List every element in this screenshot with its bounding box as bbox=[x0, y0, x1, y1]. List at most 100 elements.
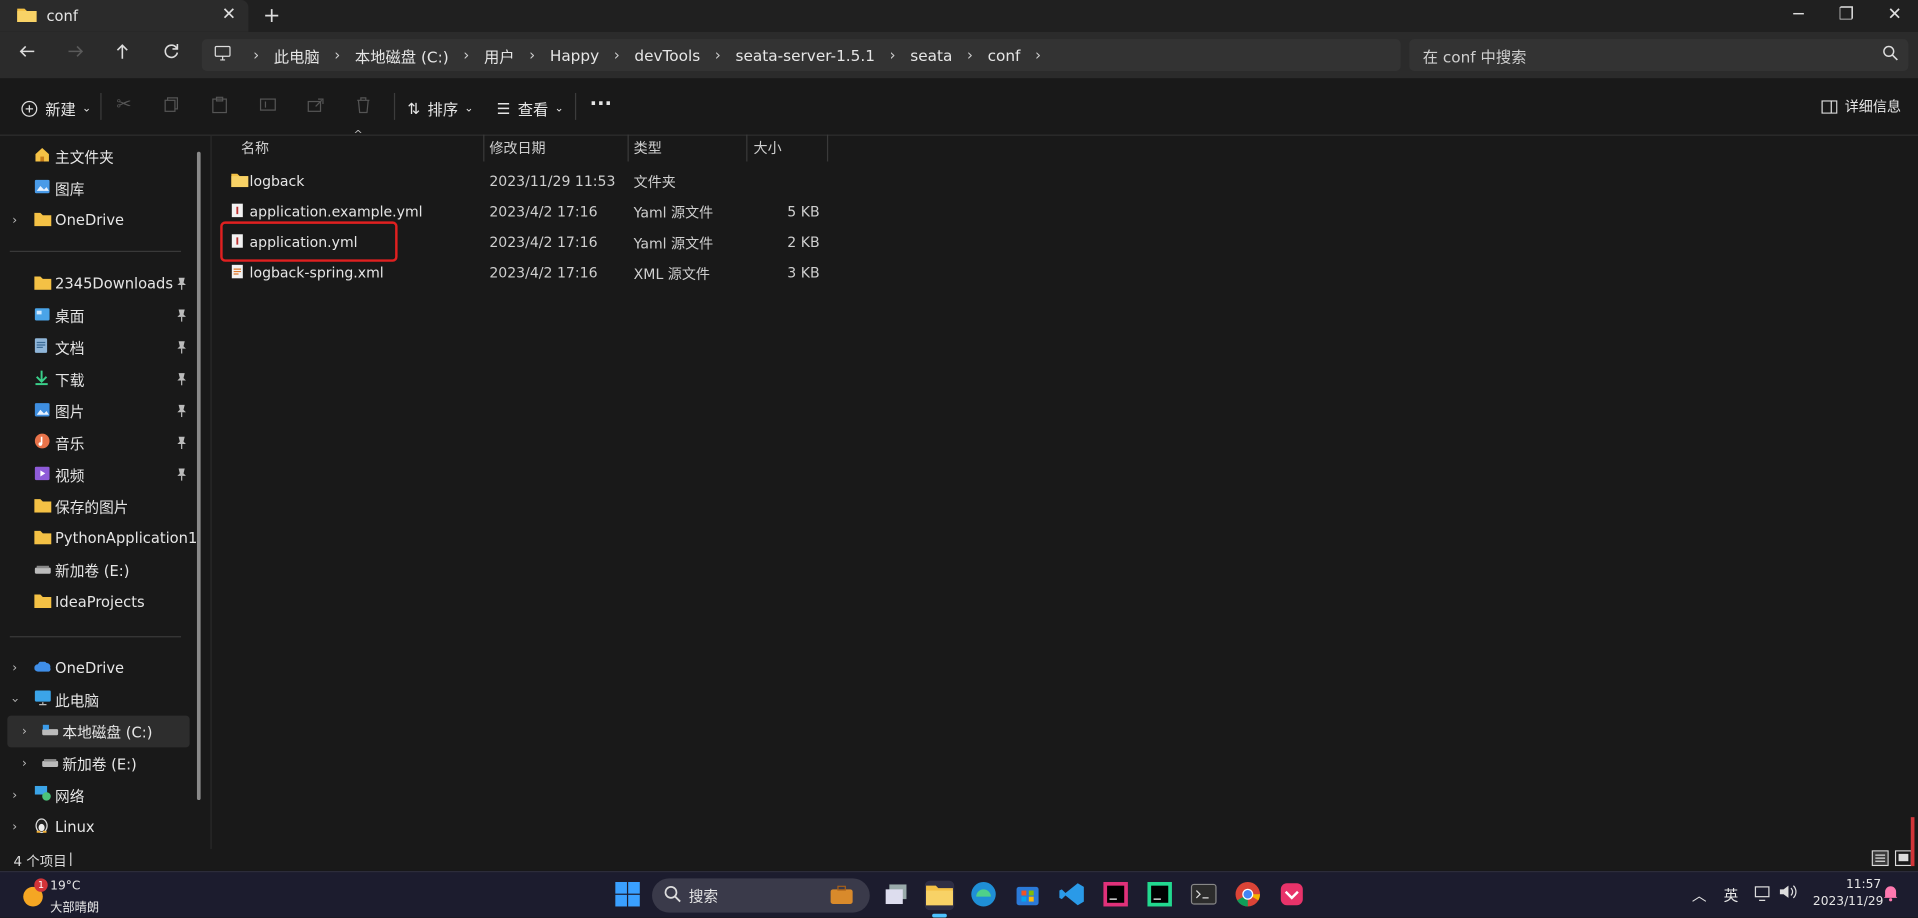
share-icon[interactable] bbox=[307, 97, 324, 113]
delete-icon[interactable] bbox=[356, 97, 371, 114]
weather-widget[interactable]: 1 19°C 大部晴朗 bbox=[12, 876, 159, 915]
up-button[interactable] bbox=[114, 42, 131, 65]
tab-conf[interactable]: conf ✕ bbox=[0, 0, 249, 32]
breadcrumb-item[interactable]: 用户 bbox=[484, 43, 515, 66]
sidebar-item-home[interactable]: 主文件夹 bbox=[0, 141, 190, 173]
breadcrumb-separator[interactable]: › bbox=[463, 46, 469, 63]
chevron-right-icon[interactable]: › bbox=[22, 725, 27, 738]
notification-bell-icon[interactable] bbox=[1883, 884, 1899, 906]
address-bar[interactable]: › 此电脑 › 本地磁盘 (C:) › 用户 › Happy › devTools › s… bbox=[201, 39, 1401, 71]
windows-start-icon[interactable] bbox=[614, 881, 643, 910]
column-header-name[interactable]: 名称 bbox=[241, 135, 269, 162]
rename-icon[interactable] bbox=[259, 97, 276, 113]
sidebar-item-ideaprojects[interactable]: IdeaProjects bbox=[0, 586, 190, 618]
column-header-size[interactable]: 大小 bbox=[754, 135, 782, 162]
sidebar-item-desktop[interactable]: 桌面 bbox=[0, 300, 190, 332]
sidebar-item-pythonapplication1[interactable]: PythonApplication1 bbox=[0, 522, 197, 554]
datagrip-icon[interactable] bbox=[1146, 881, 1175, 910]
chevron-down-icon[interactable]: › bbox=[8, 697, 21, 702]
maximize-button[interactable]: ❐ bbox=[1839, 5, 1854, 25]
cut-icon[interactable]: ✂ bbox=[116, 93, 131, 115]
details-view-icon[interactable] bbox=[1871, 850, 1889, 870]
paste-icon[interactable] bbox=[212, 96, 228, 114]
sidebar-item-volume-e[interactable]: 新加卷 (E:) bbox=[0, 554, 190, 586]
chevron-right-icon[interactable]: › bbox=[12, 788, 17, 801]
pin-icon[interactable] bbox=[176, 276, 187, 293]
chevron-right-icon[interactable]: › bbox=[12, 820, 17, 833]
chrome-icon[interactable] bbox=[1234, 881, 1263, 910]
pin-icon[interactable] bbox=[176, 340, 187, 357]
sidebar-item-new-volume-e[interactable]: › 新加卷 (E:) bbox=[0, 747, 190, 779]
sidebar-item-gallery[interactable]: 图库 bbox=[0, 172, 190, 204]
pin-icon[interactable] bbox=[176, 435, 187, 452]
column-header-type[interactable]: 类型 bbox=[634, 135, 662, 162]
column-divider[interactable] bbox=[483, 134, 485, 162]
pin-icon[interactable] bbox=[176, 372, 187, 389]
back-button[interactable] bbox=[18, 42, 35, 65]
sidebar-scrollbar[interactable] bbox=[196, 151, 201, 801]
column-header-date[interactable]: 修改日期 bbox=[489, 135, 545, 162]
table-row[interactable]: logback 2023/11/29 11:53 文件夹 bbox=[212, 166, 836, 197]
more-options-button[interactable]: ··· bbox=[590, 92, 612, 115]
chevron-right-icon[interactable]: › bbox=[22, 757, 27, 770]
sidebar-item-linux[interactable]: › Linux bbox=[0, 811, 190, 843]
ime-indicator[interactable]: 英 bbox=[1724, 884, 1739, 905]
refresh-button[interactable] bbox=[163, 42, 180, 65]
forward-button[interactable] bbox=[67, 42, 84, 65]
sidebar-item-videos[interactable]: 视频 bbox=[0, 459, 190, 491]
sidebar-item-onedrive[interactable]: › OneDrive bbox=[0, 204, 190, 236]
microsoft-store-icon[interactable] bbox=[1014, 881, 1043, 910]
pin-icon[interactable] bbox=[176, 404, 187, 421]
pin-icon[interactable] bbox=[176, 467, 187, 484]
sidebar-item-network[interactable]: › 网络 bbox=[0, 779, 190, 811]
breadcrumb-separator[interactable]: › bbox=[334, 46, 340, 63]
close-button[interactable]: ✕ bbox=[1888, 5, 1902, 25]
sidebar-item-this-pc[interactable]: › 此电脑 bbox=[0, 684, 190, 716]
terminal-icon[interactable] bbox=[1190, 881, 1219, 910]
tab-close-button[interactable]: ✕ bbox=[222, 5, 236, 25]
new-tab-button[interactable]: + bbox=[263, 4, 280, 28]
chevron-right-icon[interactable]: › bbox=[12, 661, 17, 674]
pin-icon[interactable] bbox=[176, 308, 187, 325]
breadcrumb-separator[interactable]: › bbox=[715, 46, 721, 63]
breadcrumb-item[interactable]: Happy bbox=[550, 46, 599, 64]
clock-date[interactable]: 2023/11/29 bbox=[1813, 895, 1884, 908]
task-view-icon[interactable] bbox=[883, 881, 912, 910]
file-explorer-icon[interactable] bbox=[924, 880, 955, 911]
sort-button[interactable]: ⇅ 排序 ⌄ bbox=[407, 97, 473, 120]
search-icon[interactable] bbox=[1883, 45, 1899, 66]
edge-browser-icon[interactable] bbox=[970, 881, 999, 910]
column-divider[interactable] bbox=[627, 134, 629, 162]
sidebar-item-saved-pictures[interactable]: 保存的图片 bbox=[0, 491, 190, 523]
search-input[interactable]: 在 conf 中搜索 bbox=[1409, 39, 1909, 71]
breadcrumb-separator[interactable]: › bbox=[1035, 46, 1041, 63]
breadcrumb-separator[interactable]: › bbox=[529, 46, 535, 63]
view-button[interactable]: ☰ 查看 ⌄ bbox=[497, 97, 564, 120]
sidebar-item-onedrive-tree[interactable]: › OneDrive bbox=[0, 652, 190, 684]
minimize-button[interactable]: ─ bbox=[1793, 5, 1803, 25]
breadcrumb-item[interactable]: seata-server-1.5.1 bbox=[735, 46, 874, 64]
sidebar-item-local-disk-c[interactable]: › 本地磁盘 (C:) bbox=[7, 715, 190, 748]
sidebar-item-music[interactable]: 音乐 bbox=[0, 427, 190, 459]
breadcrumb-separator[interactable]: › bbox=[614, 46, 620, 63]
clock-time[interactable]: 11:57 bbox=[1846, 878, 1881, 891]
copy-icon[interactable] bbox=[164, 97, 180, 113]
chevron-right-icon[interactable]: › bbox=[12, 213, 17, 226]
vscode-icon[interactable] bbox=[1058, 881, 1087, 910]
table-row[interactable]: logback-spring.xml 2023/4/2 17:16 XML 源文… bbox=[212, 258, 836, 289]
app-red-icon[interactable] bbox=[1278, 881, 1307, 910]
breadcrumb-item[interactable]: devTools bbox=[634, 46, 700, 64]
breadcrumb-separator[interactable]: › bbox=[890, 46, 896, 63]
breadcrumb-item[interactable]: conf bbox=[988, 46, 1021, 64]
new-button[interactable]: 新建 ⌄ bbox=[21, 97, 91, 120]
intellij-idea-icon[interactable] bbox=[1102, 881, 1131, 910]
column-divider[interactable] bbox=[826, 134, 829, 162]
sidebar-item-documents[interactable]: 文档 bbox=[0, 332, 190, 364]
sidebar-item-downloads[interactable]: 下载 bbox=[0, 363, 190, 395]
volume-icon[interactable] bbox=[1779, 883, 1799, 905]
tiles-view-icon[interactable] bbox=[1894, 850, 1913, 870]
breadcrumb-item[interactable]: seata bbox=[910, 46, 952, 64]
breadcrumb-item[interactable]: 本地磁盘 (C:) bbox=[355, 43, 449, 66]
network-status-icon[interactable] bbox=[1754, 884, 1771, 906]
chevron-up-icon[interactable]: ︿ bbox=[1692, 884, 1707, 905]
